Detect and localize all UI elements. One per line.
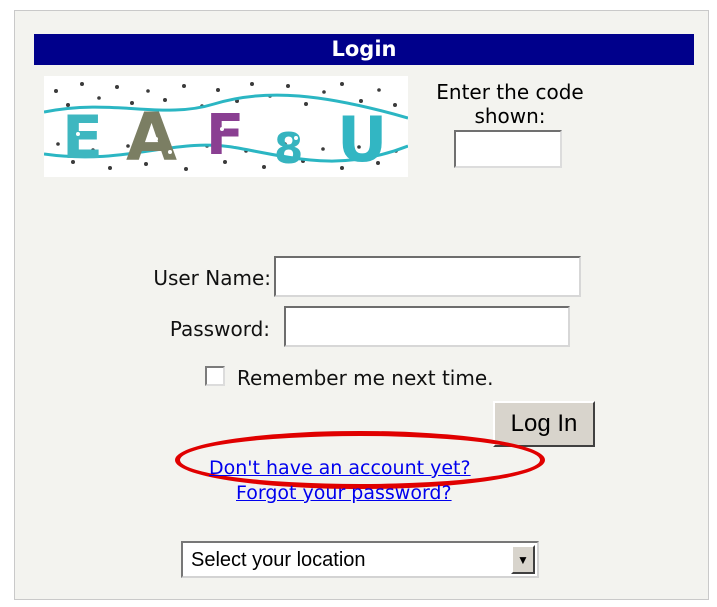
remember-me-checkbox[interactable] — [205, 366, 225, 386]
username-label: User Name: — [153, 266, 271, 290]
top-fragment — [120, 0, 380, 4]
login-header: Login — [34, 34, 694, 65]
svg-text:8: 8 — [274, 124, 303, 173]
password-input[interactable] — [284, 306, 570, 347]
captcha-label: Enter the code shown: — [436, 80, 584, 128]
captcha-input[interactable] — [454, 130, 562, 168]
forgot-password-link[interactable]: Forgot your password? — [236, 482, 452, 504]
location-selected-value: Select your location — [191, 549, 366, 571]
captcha-image: E A F 8 U — [44, 76, 408, 177]
signup-link[interactable]: Don't have an account yet? — [209, 457, 471, 479]
dropdown-arrow-icon[interactable]: ▼ — [511, 545, 535, 574]
svg-text:F: F — [206, 103, 244, 168]
log-in-button[interactable]: Log In — [493, 401, 595, 447]
svg-text:A: A — [126, 99, 177, 176]
password-label: Password: — [169, 317, 270, 341]
svg-text:E: E — [62, 103, 103, 173]
location-select[interactable]: Select your location ▼ — [181, 541, 539, 578]
username-input[interactable] — [274, 256, 581, 297]
svg-text:U: U — [337, 103, 387, 176]
remember-me-label: Remember me next time. — [237, 366, 494, 390]
